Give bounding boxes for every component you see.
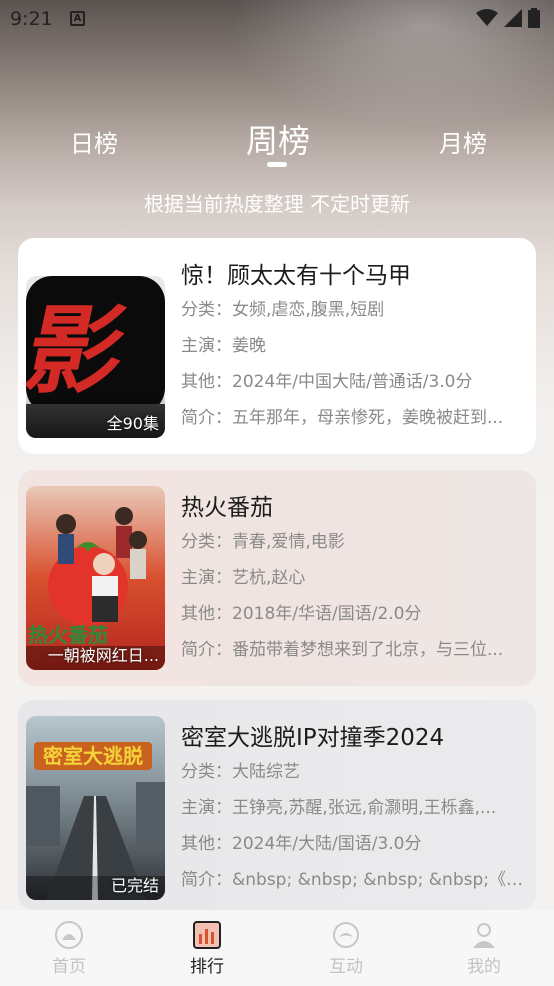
nav-interact[interactable]: 互动 [316,920,376,977]
list-item[interactable]: 影 全90集 惊！顾太太有十个马甲 分类：女频,虐恋,腹黑,短剧 主演：姜晚 其… [18,238,536,454]
ranking-tabs: 日榜 周榜 月榜 [0,110,554,170]
tab-monthly[interactable]: 月榜 [436,124,490,159]
item-cast: 主演：王铮亮,苏醒,张远,俞灏明,王栎鑫,... [181,798,497,818]
ranking-icon [193,921,221,949]
profile-icon [473,923,495,948]
nav-mine[interactable]: 我的 [454,920,514,977]
nav-interact-label: 互动 [329,957,363,977]
poster-image: 影 全90集 [26,276,165,438]
item-title: 密室大逃脱IP对撞季2024 [181,725,445,751]
item-info: 惊！顾太太有十个马甲 分类：女频,虐恋,腹黑,短剧 主演：姜晚 其他：2024年… [181,256,531,436]
svg-text:密室大逃脱: 密室大逃脱 [43,744,143,768]
item-title: 惊！顾太太有十个马甲 [181,263,411,289]
item-category: 分类：女频,虐恋,腹黑,短剧 [181,300,385,320]
nav-home-label: 首页 [52,957,86,977]
item-cast: 主演：姜晚 [181,336,266,356]
notification-icon: A [70,11,85,26]
item-title: 热火番茄 [181,495,273,521]
tab-weekly[interactable]: 周榜 [245,116,311,162]
interact-icon [333,922,359,948]
bottom-nav: 首页 排行 互动 我的 [0,910,554,986]
nav-rank-label: 排行 [190,957,224,977]
nav-home[interactable]: 首页 [39,920,99,977]
home-icon [55,921,83,949]
poster-caption: 一朝被网红日... [47,646,159,665]
status-icons [476,8,540,28]
tab-daily[interactable]: 日榜 [67,124,121,159]
item-info: 热火番茄 分类：青春,爱情,电影 主演：艺杭,赵心 其他：2018年/华语/国语… [181,488,531,668]
poster-image: 热火番茄 一朝被网红日... [26,486,165,670]
item-intro: 简介：&nbsp; &nbsp; &nbsp; &nbsp;《密... [181,870,527,890]
list-item[interactable]: 热火番茄 一朝被网红日... 热火番茄 分类：青春,爱情,电影 主演：艺杭,赵心… [18,470,536,686]
status-badge: 已完结 [110,876,159,895]
status-time: 9:21 [10,8,53,30]
episode-badge: 全90集 [106,414,159,433]
tab-indicator [267,162,287,167]
nav-mine-label: 我的 [467,957,501,977]
wifi-icon [476,9,498,26]
nav-rank[interactable]: 排行 [177,920,237,977]
item-intro: 简介：五年那年，母亲惨死，姜晚被赶到... [181,408,504,428]
item-category: 分类：大陆综艺 [181,762,300,782]
list-item[interactable]: 密室大逃脱 已完结 密室大逃脱IP对撞季2024 分类：大陆综艺 主演：王铮亮,… [18,700,536,910]
item-other: 其他：2024年/中国大陆/普通话/3.0分 [181,372,473,392]
item-intro: 简介：番茄带着梦想来到了北京，与三位... [181,640,504,660]
battery-icon [528,8,540,28]
item-category: 分类：青春,爱情,电影 [181,532,345,552]
item-other: 其他：2024年/大陆/国语/3.0分 [181,834,422,854]
poster-image: 密室大逃脱 已完结 [26,716,165,900]
status-bar: 9:21 A [0,0,554,38]
item-info: 密室大逃脱IP对撞季2024 分类：大陆综艺 主演：王铮亮,苏醒,张远,俞灏明,… [181,718,531,898]
ranking-subtitle: 根据当前热度整理 不定时更新 [143,192,411,216]
signal-icon [504,9,522,27]
item-cast: 主演：艺杭,赵心 [181,568,306,588]
item-other: 其他：2018年/华语/国语/2.0分 [181,604,422,624]
